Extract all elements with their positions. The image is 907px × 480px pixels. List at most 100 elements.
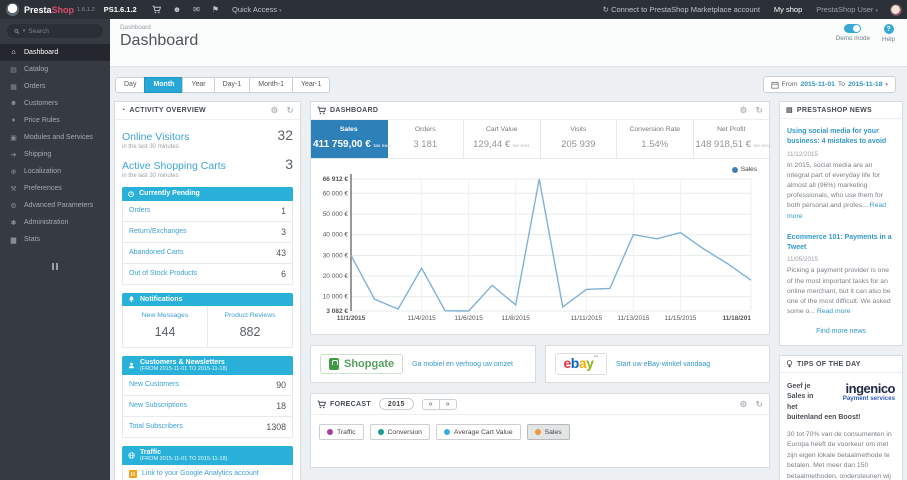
pending-row-out-of-stock: Out of Stock Products 6: [122, 263, 293, 285]
flag-icon[interactable]: ⚑: [212, 5, 219, 14]
kpi-sales-tab[interactable]: Sales 411 759,00 € tax excl.: [311, 120, 393, 158]
users-icon: ☻: [9, 100, 18, 107]
sidebar-item-stats[interactable]: ▆ Stats: [0, 231, 110, 248]
pending-row-link[interactable]: Orders: [129, 207, 150, 214]
demo-mode-control[interactable]: Demo mode: [836, 24, 870, 43]
mail-icon[interactable]: ✉: [193, 5, 200, 14]
kpi-cart-value-tab[interactable]: Cart Value 129,44 € tax excl.: [464, 120, 541, 158]
period-month-1-button[interactable]: Month-1: [249, 76, 293, 93]
news-article: Using social media for your business: 4 …: [787, 127, 895, 222]
news-article-title[interactable]: Ecommerce 101: Payments in a Tweet: [787, 233, 895, 253]
gear-icon[interactable]: ⚙: [740, 106, 748, 115]
sidebar-item-advanced-parameters[interactable]: ⚙ Advanced Parameters: [0, 197, 110, 214]
brand-version: 1.6.1.2: [77, 6, 95, 13]
toggle-traffic[interactable]: Traffic: [319, 424, 364, 440]
search-input[interactable]: [28, 27, 96, 35]
svg-text:40 000 €: 40 000 €: [323, 232, 349, 239]
sidebar-item-customers[interactable]: ☻ Customers: [0, 95, 110, 112]
toggle-average-cart-value[interactable]: Average Cart Value: [435, 424, 521, 440]
tip-content[interactable]: ingenico Payment services Geef je Sales …: [780, 373, 902, 480]
user-menu[interactable]: PrestaShop User ▾: [816, 5, 878, 14]
customers-row-new-subscriptions: New Subscriptions 18: [122, 395, 293, 417]
kpi-orders-tab[interactable]: Orders 3 181: [388, 120, 464, 158]
sales-line-chart: 66 912 € 60 000 € 50 000 € 40 000 € 30 000 €…: [323, 174, 752, 322]
help-label: Help: [882, 36, 895, 43]
shopgate-ad-link[interactable]: Ga mobiel en verhoog uw omzet: [412, 361, 513, 368]
kpi-net-profit-tab[interactable]: Net Profit 148 918,51 € tax excl.: [694, 120, 772, 158]
pending-row-link[interactable]: Return/Exchanges: [129, 228, 187, 235]
help-control[interactable]: ? Help: [882, 24, 895, 43]
sidebar-item-preferences[interactable]: ⚒ Preferences: [0, 180, 110, 197]
ebay-ad-link[interactable]: Start uw eBay-winkel vandaag: [616, 361, 710, 368]
product-reviews-cell[interactable]: Product Reviews 882: [207, 305, 292, 347]
sidebar-item-label: Modules and Services: [24, 134, 93, 141]
sidebar-item-orders[interactable]: ▦ Orders: [0, 78, 110, 95]
quick-access-menu[interactable]: Quick Access ▾: [232, 5, 282, 14]
kpi-visits-tab[interactable]: Visits 205 939: [541, 120, 617, 158]
customers-row-new-customers: New Customers 90: [122, 374, 293, 396]
cart-icon[interactable]: [152, 5, 161, 14]
refresh-icon[interactable]: ↻: [756, 106, 763, 115]
kpi-value: 148 918,51 € tax excl.: [695, 139, 772, 150]
active-carts-link[interactable]: Active Shopping Carts: [122, 160, 226, 172]
sidebar-item-dashboard[interactable]: ⌂ Dashboard: [0, 44, 110, 61]
customers-row-link[interactable]: New Customers: [129, 381, 179, 388]
sidebar-item-label: Price Rules: [24, 117, 60, 124]
toggle-conversion[interactable]: Conversion: [369, 424, 430, 440]
news-article-date: 11/05/2015: [787, 256, 819, 264]
user-avatar[interactable]: [890, 3, 902, 16]
previous-year-button[interactable]: «: [421, 398, 440, 410]
period-day-button[interactable]: Day: [115, 76, 146, 93]
my-shop-link[interactable]: My shop: [774, 5, 802, 14]
collapse-sidebar-icon[interactable]: [0, 257, 110, 275]
sidebar-item-catalog[interactable]: ▤ Catalog: [0, 61, 110, 78]
kpi-conversion-rate-tab[interactable]: Conversion Rate 1.54%: [617, 120, 694, 158]
svg-text:11/15/2015: 11/15/2015: [664, 315, 696, 322]
legend-label: Sales: [740, 166, 757, 173]
toggle-sales[interactable]: Sales: [526, 424, 570, 440]
sidebar-item-label: Orders: [24, 83, 46, 90]
cart-value-dot-icon: [443, 429, 450, 435]
period-year-1-button[interactable]: Year-1: [291, 76, 331, 93]
new-messages-cell[interactable]: New Messages 144: [123, 306, 207, 347]
ebay-ad[interactable]: ebay™ Start uw eBay-winkel vandaag: [544, 345, 770, 383]
pending-row-link[interactable]: Abandoned Carts: [129, 249, 183, 256]
chart-legend[interactable]: Sales: [731, 166, 757, 173]
demo-mode-toggle[interactable]: [844, 24, 862, 33]
gear-icon[interactable]: ⚙: [271, 106, 279, 115]
find-more-news-link[interactable]: Find more news: [787, 328, 895, 335]
news-article-date: 11/12/2015: [787, 150, 819, 158]
period-year-button[interactable]: Year: [182, 76, 215, 93]
sidebar-item-shipping[interactable]: ➔ Shipping: [0, 146, 110, 163]
customers-row-link[interactable]: Total Subscribers: [129, 423, 183, 430]
traffic-dot-icon: [327, 429, 333, 435]
customers-row-link[interactable]: New Subscriptions: [129, 402, 187, 409]
online-visitors-link[interactable]: Online Visitors: [122, 131, 190, 143]
google-analytics-link[interactable]: Link to your Google Analytics account: [142, 470, 259, 477]
traffic-title: Traffic: [140, 448, 162, 456]
period-day-1-button[interactable]: Day-1: [213, 76, 251, 93]
shopgate-ad[interactable]: Shopgate Ga mobiel en verhoog uw omzet: [310, 345, 536, 383]
sidebar-item-price-rules[interactable]: ♦ Price Rules: [0, 112, 110, 129]
pending-row-link[interactable]: Out of Stock Products: [129, 270, 197, 277]
sidebar-item-modules[interactable]: ▣ Modules and Services: [0, 129, 110, 146]
period-month-button[interactable]: Month: [144, 76, 184, 93]
read-more-link[interactable]: Read more: [817, 308, 851, 315]
refresh-icon[interactable]: ↻: [756, 400, 763, 409]
help-icon[interactable]: ?: [883, 24, 894, 34]
breadcrumb[interactable]: Dashboard: [120, 24, 198, 31]
refresh-icon[interactable]: ↻: [287, 106, 294, 115]
marketplace-link[interactable]: ↻ Connect to PrestaShop Marketplace acco…: [603, 5, 760, 14]
news-article-title[interactable]: Using social media for your business: 4 …: [787, 127, 895, 147]
shop-version-link[interactable]: PS1.6.1.2: [104, 5, 137, 14]
sidebar-search[interactable]: ▾: [7, 24, 103, 38]
user-icon: [128, 362, 135, 368]
clock-icon: ◷: [128, 190, 135, 198]
customer-icon[interactable]: ☻: [173, 5, 181, 14]
sidebar-item-localization[interactable]: ⊕ Localization: [0, 163, 110, 180]
page-header: Dashboard Dashboard Demo mode ? Help: [110, 19, 907, 67]
date-range-picker[interactable]: From 2015-11-01 To 2015-11-18 ▾: [762, 76, 896, 93]
next-year-button[interactable]: »: [438, 398, 457, 410]
sidebar-item-administration[interactable]: ✱ Administration: [0, 214, 110, 231]
gear-icon[interactable]: ⚙: [740, 400, 748, 409]
